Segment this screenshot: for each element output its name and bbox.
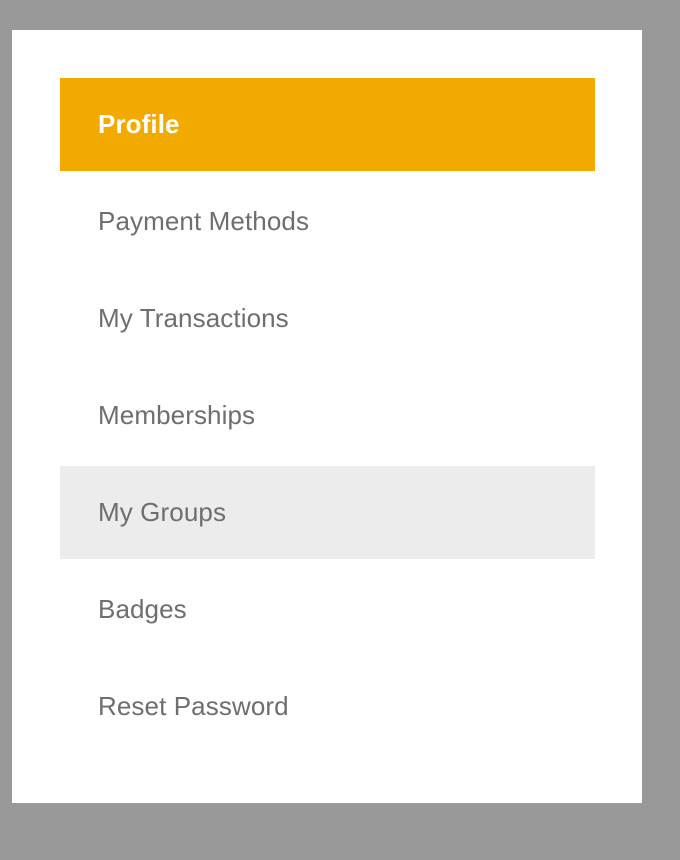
sidebar-item-label: Memberships: [98, 400, 256, 430]
sidebar-item-label: Payment Methods: [98, 206, 310, 236]
sidebar-item-badges[interactable]: Badges: [60, 563, 595, 656]
sidebar-item-reset-password[interactable]: Reset Password: [60, 660, 595, 753]
sidebar-item-profile[interactable]: Profile: [60, 78, 595, 171]
sidebar-item-label: My Groups: [98, 497, 227, 527]
sidebar-item-my-transactions[interactable]: My Transactions: [60, 272, 595, 365]
account-sidebar-panel: Profile Payment Methods My Transactions …: [12, 30, 642, 803]
sidebar-item-payment-methods[interactable]: Payment Methods: [60, 175, 595, 268]
sidebar-item-label: My Transactions: [98, 303, 289, 333]
sidebar-item-memberships[interactable]: Memberships: [60, 369, 595, 462]
sidebar-item-label: Badges: [98, 594, 187, 624]
sidebar-item-label: Reset Password: [98, 691, 289, 721]
sidebar-item-my-groups[interactable]: My Groups: [60, 466, 595, 559]
account-menu: Profile Payment Methods My Transactions …: [60, 78, 595, 757]
sidebar-item-label: Profile: [98, 109, 180, 139]
